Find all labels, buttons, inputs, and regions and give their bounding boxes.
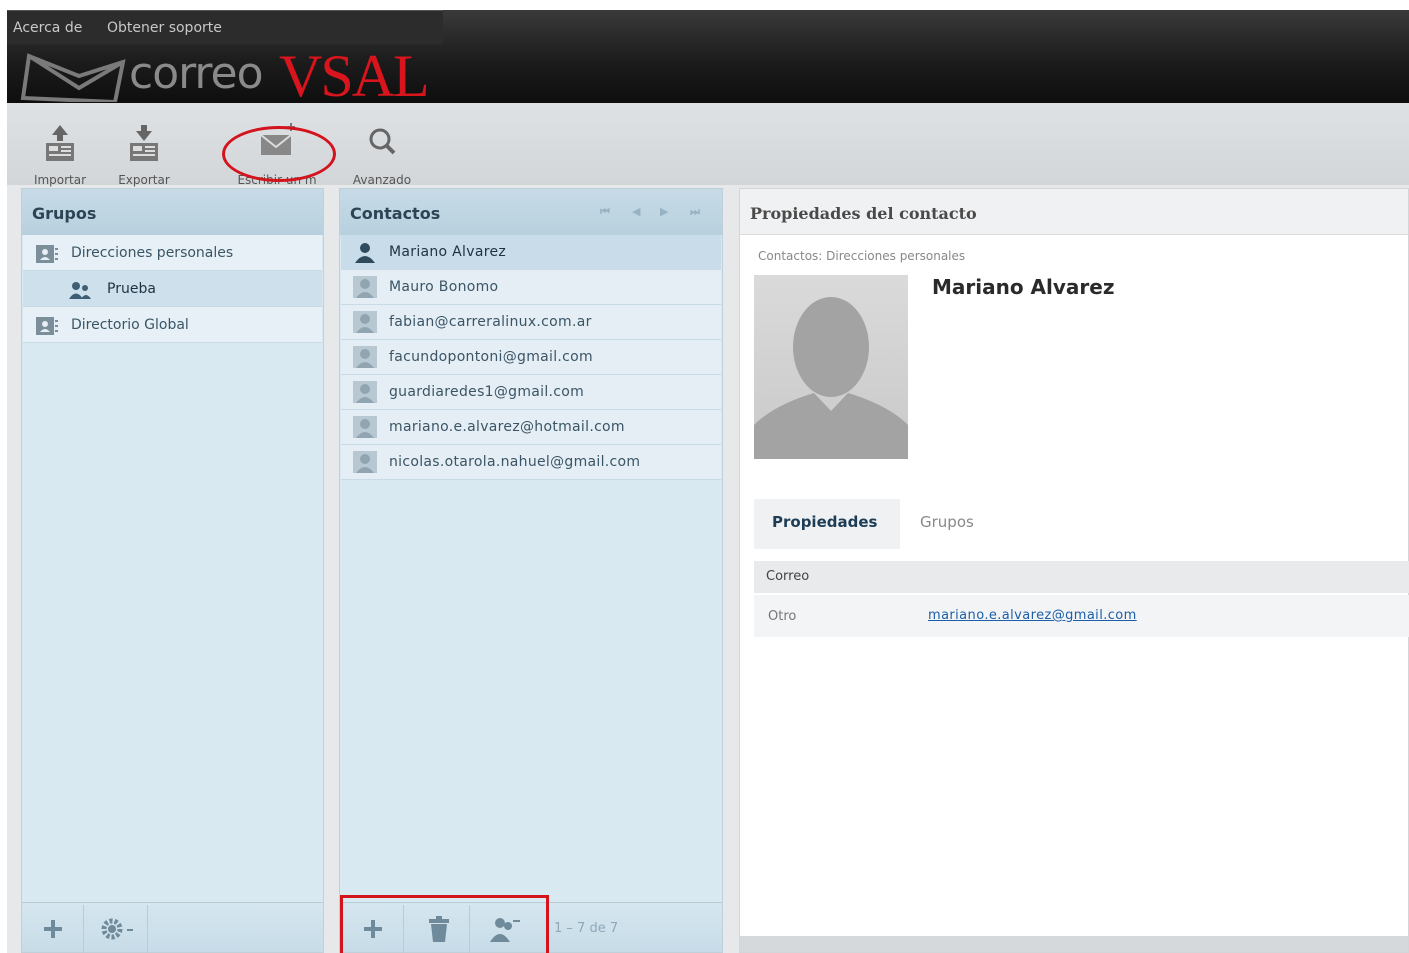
search-icon (369, 128, 396, 155)
contact-row[interactable]: guardiaredes1@gmail.com (341, 375, 721, 410)
addressbook-icon (36, 317, 58, 335)
contact-name: fabian@carreralinux.com.ar (389, 314, 592, 330)
contact-row[interactable]: nicolas.otarola.nahuel@gmail.com (341, 445, 721, 480)
group-icon (69, 282, 91, 299)
contact-photo (754, 275, 908, 459)
groups-panel: Grupos Direcciones personales Prueba Dir… (21, 188, 324, 953)
contact-row[interactable]: Mauro Bonomo (341, 270, 721, 305)
contact-name: nicolas.otarola.nahuel@gmail.com (389, 454, 641, 470)
envelope-logo-icon (20, 53, 126, 102)
contact-icon (353, 451, 377, 473)
contact-name: Mariano Alvarez (389, 244, 507, 260)
groups-header: Grupos (22, 189, 323, 235)
contacts-title: Contactos (350, 204, 441, 223)
logo-text-vsal: VSAL (279, 43, 430, 109)
contact-name: guardiaredes1@gmail.com (389, 384, 585, 400)
header: Acerca de Obtener soporte correo VSAL (7, 10, 1409, 109)
contact-name: Mauro Bonomo (389, 279, 499, 295)
contacts-header: Contactos ⏮ ◀ ▶ ⏭ (340, 189, 722, 235)
groups-footer (22, 902, 323, 953)
group-options-button[interactable] (86, 905, 148, 953)
contact-icon (353, 276, 377, 298)
compose-highlight-ring (222, 126, 336, 182)
prev-page-icon[interactable]: ◀ (632, 205, 640, 218)
email-section-header: Correo (754, 561, 1409, 593)
group-item-global[interactable]: Directorio Global (23, 307, 322, 343)
email-field-row: Otro mariano.e.alvarez@gmail.com (754, 595, 1409, 637)
export-label: Exportar (118, 173, 170, 187)
plus-icon (43, 920, 62, 938)
addressbook-icon (36, 245, 58, 263)
next-page-icon[interactable]: ▶ (660, 205, 668, 218)
group-item-label: Directorio Global (71, 317, 189, 333)
export-button[interactable]: Exportar (109, 121, 179, 187)
contact-row[interactable]: mariano.e.alvarez@hotmail.com (341, 410, 721, 445)
splitter-right[interactable] (723, 188, 737, 953)
contact-icon (353, 416, 377, 438)
logo-text-correo: correo (129, 48, 264, 99)
group-item-label: Direcciones personales (71, 245, 234, 261)
contact-row[interactable]: fabian@carreralinux.com.ar (341, 305, 721, 340)
group-item-label: Prueba (107, 281, 156, 297)
first-page-icon[interactable]: ⏮ (600, 205, 610, 219)
group-item-prueba[interactable]: Prueba (23, 271, 322, 307)
contact-icon (353, 311, 377, 333)
advanced-label: Avanzado (352, 173, 412, 187)
import-label: Importar (33, 173, 87, 187)
avatar-placeholder-icon (754, 297, 908, 459)
breadcrumb: Contactos: Direcciones personales (758, 249, 966, 263)
last-page-icon[interactable]: ⏭ (690, 205, 700, 219)
contact-details-panel: Propiedades del contacto Contactos: Dire… (739, 188, 1409, 953)
tab-properties[interactable]: Propiedades (754, 499, 900, 549)
contacts-count: 1 – 7 de 7 (554, 921, 619, 936)
top-links-bar: Acerca de Obtener soporte (7, 10, 443, 44)
add-group-button[interactable] (22, 905, 84, 953)
email-field-label: Otro (768, 609, 797, 624)
group-item-personal[interactable]: Direcciones personales (23, 235, 322, 271)
contact-row[interactable]: Mariano Alvarez (341, 235, 721, 270)
details-header: Propiedades del contacto (740, 189, 1408, 235)
advanced-search-button[interactable]: Avanzado (347, 121, 417, 187)
app-window: Acerca de Obtener soporte correo VSAL Im… (7, 10, 1409, 953)
import-icon (46, 125, 74, 161)
email-link[interactable]: mariano.e.alvarez@gmail.com (928, 608, 1137, 623)
toolbar: Importar Exportar Escribir un m Avanzado (7, 103, 1409, 187)
logo: correo VSAL (19, 43, 439, 109)
contacts-footer-highlight-box (340, 895, 549, 953)
gear-icon (101, 918, 133, 940)
contacts-panel: Contactos ⏮ ◀ ▶ ⏭ Mariano Alvarez Mauro … (339, 188, 723, 953)
contact-row[interactable]: facundopontoni@gmail.com (341, 340, 721, 375)
tab-groups[interactable]: Grupos (920, 513, 974, 531)
contact-name: facundopontoni@gmail.com (389, 349, 593, 365)
contact-icon (355, 243, 375, 263)
contact-icon (353, 346, 377, 368)
about-link[interactable]: Acerca de (13, 20, 82, 36)
export-icon (130, 125, 158, 161)
import-button[interactable]: Importar (25, 121, 95, 187)
contact-name: mariano.e.alvarez@hotmail.com (389, 419, 625, 435)
details-footer (740, 936, 1408, 952)
splitter-left[interactable] (324, 188, 338, 953)
contact-icon (353, 381, 377, 403)
support-link[interactable]: Obtener soporte (107, 20, 222, 36)
contact-name-title: Mariano Alvarez (932, 275, 1115, 299)
